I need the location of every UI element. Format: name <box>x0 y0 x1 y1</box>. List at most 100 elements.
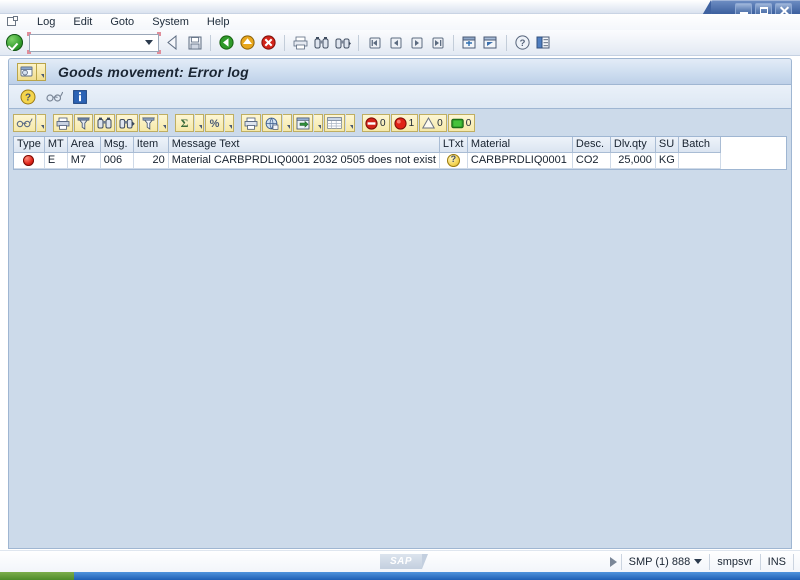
menu-item-goto[interactable]: Goto <box>101 15 143 29</box>
total-button[interactable]: Σ <box>175 114 194 132</box>
svg-text:?: ? <box>520 38 526 49</box>
long-text-button[interactable]: ? <box>19 88 37 106</box>
taskbar-start-segment[interactable] <box>0 572 74 580</box>
success-counter[interactable]: 0 <box>447 114 476 132</box>
column-header-ltxt[interactable]: LTxt <box>439 137 468 153</box>
insert-mode-cell[interactable]: INS <box>759 553 794 570</box>
red-cancel-icon[interactable] <box>258 33 279 53</box>
column-header-item[interactable]: Item <box>133 137 169 153</box>
command-input[interactable] <box>32 35 142 50</box>
yellow-up-arrow-icon[interactable] <box>237 33 258 53</box>
alv-grid-toolbar: Σ % 0 1 0 0 <box>13 113 787 133</box>
new-session-icon[interactable] <box>459 33 480 53</box>
status-expand-arrow-icon[interactable] <box>607 557 621 567</box>
chevron-down-icon[interactable] <box>694 559 703 564</box>
long-text-available-icon[interactable] <box>446 153 460 167</box>
last-page-icon[interactable] <box>427 33 448 53</box>
find-button[interactable] <box>94 114 115 132</box>
green-back-arrow-icon[interactable] <box>216 33 237 53</box>
main-toolbar: ? <box>0 30 800 56</box>
menu-item-log[interactable]: Log <box>28 15 64 29</box>
next-page-icon[interactable] <box>406 33 427 53</box>
local-file-dropdown[interactable] <box>314 114 323 132</box>
menu-item-help[interactable]: Help <box>198 15 239 29</box>
error-red-icon <box>23 154 35 166</box>
column-header-batch[interactable]: Batch <box>678 137 721 153</box>
glasses-display-icon[interactable] <box>45 88 63 106</box>
set-filter-button[interactable] <box>139 114 158 132</box>
statusbar: SAP SMP (1) 888 smpsvr INS <box>0 550 800 572</box>
abort-counter[interactable]: 0 <box>362 114 390 132</box>
error-log-table: Type MT Area Msg. Item Message Text LTxt Materi… <box>14 137 721 169</box>
system-info-cell[interactable]: SMP (1) 888 <box>620 553 710 570</box>
command-field[interactable] <box>29 33 159 52</box>
cell-area: M7 <box>67 152 101 169</box>
application-toolbar: ? <box>8 85 792 109</box>
server-cell: smpsvr <box>709 553 759 570</box>
taskbar-main-segment[interactable] <box>74 572 800 580</box>
statusbar-right: SMP (1) 888 smpsvr INS <box>607 553 800 570</box>
total-dropdown[interactable] <box>195 114 204 132</box>
subtotal-dropdown[interactable] <box>225 114 234 132</box>
table-row[interactable]: E M7 006 20 Material CARBPRDLIQ0001 2032 050… <box>14 152 721 169</box>
page-title: Goods movement: Error log <box>58 63 249 80</box>
export-dropdown[interactable] <box>283 114 292 132</box>
binoculars-find-next-icon[interactable] <box>332 33 353 53</box>
sap-system-menu-icon[interactable] <box>6 16 19 28</box>
warning-counter[interactable]: 0 <box>419 114 447 132</box>
detail-button-dropdown[interactable] <box>37 114 46 132</box>
menu-label: Edit <box>73 16 93 28</box>
column-header-material[interactable]: Material <box>467 137 573 153</box>
window-titlebar <box>0 0 800 24</box>
subtotal-button[interactable]: % <box>205 114 224 132</box>
svg-text:%: % <box>210 118 220 129</box>
os-taskbar <box>0 572 800 580</box>
column-header-area[interactable]: Area <box>67 137 101 153</box>
column-header-mt[interactable]: MT <box>44 137 68 153</box>
menu-item-edit[interactable]: Edit <box>64 15 101 29</box>
filter-button[interactable] <box>74 114 93 132</box>
cell-dlvqty: 25,000 <box>610 152 656 169</box>
column-header-dlvqty[interactable]: Dlv.qty <box>610 137 656 153</box>
cell-batch <box>678 152 721 169</box>
local-file-button[interactable] <box>293 114 313 132</box>
column-header-desc[interactable]: Desc. <box>572 137 611 153</box>
print-preview-button[interactable] <box>241 114 261 132</box>
table-header-row: Type MT Area Msg. Item Message Text LTxt Materi… <box>14 137 721 153</box>
print-button[interactable] <box>53 114 73 132</box>
first-page-icon[interactable] <box>364 33 385 53</box>
green-check-enter-icon[interactable] <box>6 34 23 51</box>
chevron-down-icon[interactable] <box>142 35 155 51</box>
abort-count: 0 <box>380 117 386 129</box>
menu-label: Goto <box>110 16 135 28</box>
error-counter[interactable]: 1 <box>390 114 419 132</box>
save-disk-icon[interactable] <box>184 33 205 53</box>
export-button[interactable] <box>262 114 282 132</box>
column-header-su[interactable]: SU <box>655 137 679 153</box>
previous-page-icon[interactable] <box>385 33 406 53</box>
layout-dropdown[interactable] <box>346 114 355 132</box>
column-header-type[interactable]: Type <box>14 137 45 153</box>
column-header-msg[interactable]: Msg. <box>100 137 134 153</box>
menu-item-system[interactable]: System <box>143 15 198 29</box>
find-next-button[interactable] <box>116 114 138 132</box>
printer-icon[interactable] <box>290 33 311 53</box>
blue-info-icon[interactable] <box>71 88 89 106</box>
back-triangle-icon[interactable] <box>163 33 184 53</box>
customize-layout-icon[interactable] <box>533 33 554 53</box>
long-text-cell[interactable] <box>439 152 468 169</box>
help-question-icon[interactable]: ? <box>512 33 533 53</box>
error-log-window-icon[interactable] <box>17 62 37 81</box>
column-header-message[interactable]: Message Text <box>168 137 440 153</box>
row-status-cell[interactable] <box>14 152 45 169</box>
set-filter-dropdown[interactable] <box>159 114 168 132</box>
layout-button[interactable] <box>324 114 345 132</box>
cell-item: 20 <box>133 152 169 169</box>
system-info-label: SMP (1) 888 <box>628 555 691 568</box>
program-icon-dropdown[interactable] <box>37 62 46 81</box>
detail-button[interactable] <box>13 114 36 132</box>
shortcut-icon[interactable] <box>480 33 501 53</box>
menu-label: Log <box>37 16 56 28</box>
binoculars-find-icon[interactable] <box>311 33 332 53</box>
alv-grid[interactable]: Type MT Area Msg. Item Message Text LTxt Materi… <box>13 136 787 170</box>
